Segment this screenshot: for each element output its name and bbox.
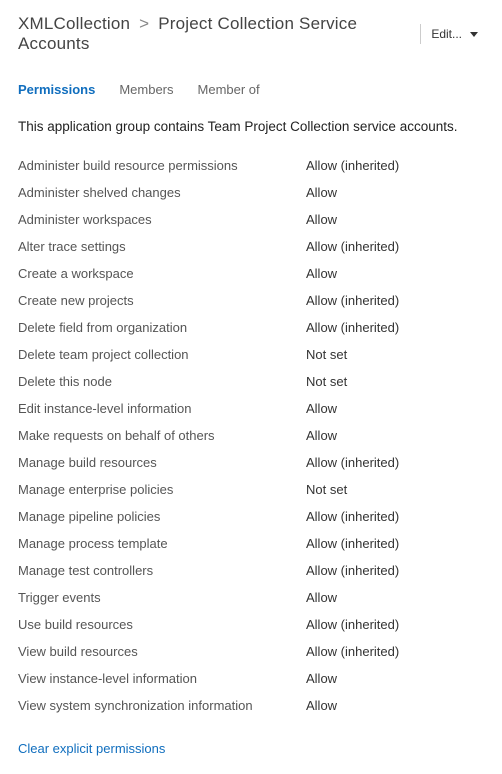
permission-label: Manage build resources	[18, 455, 306, 470]
group-description: This application group contains Team Pro…	[18, 119, 484, 134]
permission-row: Administer shelved changesAllow	[18, 179, 484, 206]
permission-value[interactable]: Allow	[306, 266, 337, 281]
tabs: Permissions Members Member of	[18, 82, 484, 97]
permission-label: View system synchronization information	[18, 698, 306, 713]
permission-row: Alter trace settingsAllow (inherited)	[18, 233, 484, 260]
permission-value[interactable]: Allow (inherited)	[306, 644, 399, 659]
permission-value[interactable]: Allow	[306, 212, 337, 227]
permission-value[interactable]: Allow (inherited)	[306, 158, 399, 173]
permission-label: Delete this node	[18, 374, 306, 389]
permission-row: Create new projectsAllow (inherited)	[18, 287, 484, 314]
edit-button[interactable]: Edit...	[420, 24, 484, 44]
permission-label: Manage process template	[18, 536, 306, 551]
permission-label: Alter trace settings	[18, 239, 306, 254]
permission-value[interactable]: Not set	[306, 347, 347, 362]
permission-label: Edit instance-level information	[18, 401, 306, 416]
permission-label: Manage test controllers	[18, 563, 306, 578]
permission-row: Manage enterprise policiesNot set	[18, 476, 484, 503]
permission-label: Administer shelved changes	[18, 185, 306, 200]
breadcrumb-root[interactable]: XMLCollection	[18, 14, 130, 33]
permission-label: Administer build resource permissions	[18, 158, 306, 173]
permission-label: Delete team project collection	[18, 347, 306, 362]
edit-button-label: Edit...	[431, 27, 462, 41]
permission-label: View instance-level information	[18, 671, 306, 686]
tab-permissions[interactable]: Permissions	[18, 82, 95, 97]
permission-value[interactable]: Allow (inherited)	[306, 455, 399, 470]
permissions-list: Administer build resource permissionsAll…	[18, 152, 484, 719]
permission-value[interactable]: Allow	[306, 401, 337, 416]
clear-explicit-permissions-link[interactable]: Clear explicit permissions	[18, 741, 165, 756]
permission-value[interactable]: Allow (inherited)	[306, 536, 399, 551]
permission-row: Manage test controllersAllow (inherited)	[18, 557, 484, 584]
permission-label: View build resources	[18, 644, 306, 659]
permission-row: Administer workspacesAllow	[18, 206, 484, 233]
permission-value[interactable]: Allow (inherited)	[306, 509, 399, 524]
permission-row: Edit instance-level informationAllow	[18, 395, 484, 422]
permission-value[interactable]: Allow	[306, 671, 337, 686]
permission-label: Create a workspace	[18, 266, 306, 281]
permission-value[interactable]: Allow	[306, 590, 337, 605]
permission-value[interactable]: Allow (inherited)	[306, 320, 399, 335]
permission-row: View build resourcesAllow (inherited)	[18, 638, 484, 665]
permission-label: Make requests on behalf of others	[18, 428, 306, 443]
chevron-down-icon	[470, 32, 478, 37]
breadcrumb-separator: >	[139, 14, 149, 33]
permission-value[interactable]: Allow (inherited)	[306, 293, 399, 308]
permission-row: Delete team project collectionNot set	[18, 341, 484, 368]
permission-value[interactable]: Allow (inherited)	[306, 617, 399, 632]
permission-label: Create new projects	[18, 293, 306, 308]
permission-value[interactable]: Allow	[306, 698, 337, 713]
permission-value[interactable]: Allow	[306, 428, 337, 443]
header: XMLCollection > Project Collection Servi…	[18, 14, 484, 54]
permission-value[interactable]: Allow (inherited)	[306, 239, 399, 254]
permission-value[interactable]: Not set	[306, 482, 347, 497]
permission-value[interactable]: Allow (inherited)	[306, 563, 399, 578]
permission-value[interactable]: Not set	[306, 374, 347, 389]
permission-row: View instance-level informationAllow	[18, 665, 484, 692]
breadcrumb: XMLCollection > Project Collection Servi…	[18, 14, 420, 54]
permission-row: Administer build resource permissionsAll…	[18, 152, 484, 179]
permission-row: View system synchronization informationA…	[18, 692, 484, 719]
permission-row: Create a workspaceAllow	[18, 260, 484, 287]
permission-label: Manage pipeline policies	[18, 509, 306, 524]
tab-members[interactable]: Members	[119, 82, 173, 97]
permission-label: Administer workspaces	[18, 212, 306, 227]
permission-row: Manage process templateAllow (inherited)	[18, 530, 484, 557]
permission-row: Manage build resourcesAllow (inherited)	[18, 449, 484, 476]
permission-row: Trigger eventsAllow	[18, 584, 484, 611]
tab-memberof[interactable]: Member of	[198, 82, 260, 97]
permission-row: Delete field from organizationAllow (inh…	[18, 314, 484, 341]
permission-row: Delete this nodeNot set	[18, 368, 484, 395]
permission-label: Delete field from organization	[18, 320, 306, 335]
permission-row: Make requests on behalf of othersAllow	[18, 422, 484, 449]
permission-row: Use build resourcesAllow (inherited)	[18, 611, 484, 638]
permission-row: Manage pipeline policiesAllow (inherited…	[18, 503, 484, 530]
permission-label: Manage enterprise policies	[18, 482, 306, 497]
permission-label: Use build resources	[18, 617, 306, 632]
permission-label: Trigger events	[18, 590, 306, 605]
permission-value[interactable]: Allow	[306, 185, 337, 200]
